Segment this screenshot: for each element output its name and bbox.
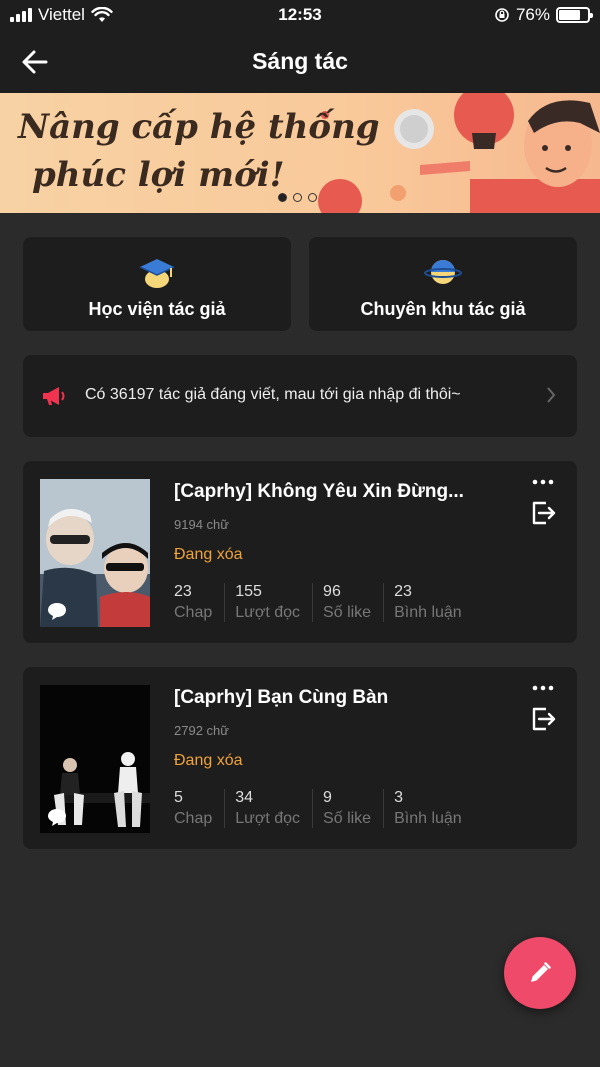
stat-reads: 155 Lượt đọc — [224, 583, 312, 622]
stat-value: 34 — [235, 789, 254, 806]
story-title: [Caprhy] Không Yêu Xin Đừng... — [174, 481, 464, 502]
megaphone-icon — [43, 387, 65, 405]
battery-icon — [556, 7, 593, 23]
more-options-icon[interactable] — [531, 681, 555, 695]
navbar: Sáng tác — [0, 32, 600, 93]
stat-value: 96 — [323, 583, 341, 600]
chevron-right-icon — [547, 387, 556, 403]
battery-level — [559, 10, 581, 20]
stat-value: 155 — [235, 583, 262, 600]
story-cover — [40, 685, 150, 833]
stat-chapters: 5 Chap — [174, 789, 224, 828]
author-zone-label: Chuyên khu tác giả — [360, 299, 526, 319]
compose-button[interactable] — [504, 937, 576, 1009]
more-options-icon[interactable] — [531, 475, 555, 489]
banner-pagination — [278, 193, 317, 202]
status-bar: Viettel 12:53 76% — [0, 0, 600, 32]
promo-banner[interactable]: Nâng cấp hệ thống phúc lợi mới! — [0, 93, 600, 213]
banner-headline: Nâng cấp hệ thống phúc lợi mới! — [18, 103, 380, 199]
story-stats: 23 Chap 155 Lượt đọc 96 Số like 23 Bình … — [174, 583, 474, 622]
stat-label: Chap — [174, 810, 213, 827]
stat-label: Số like — [323, 604, 372, 621]
battery-percent: 76% — [515, 5, 550, 24]
author-academy-label: Học viện tác giả — [88, 299, 226, 319]
stat-label: Lượt đọc — [235, 810, 301, 827]
stat-comments: 3 Bình luận — [383, 789, 474, 828]
stat-chapters: 23 Chap — [174, 583, 224, 622]
pencil-icon — [531, 962, 551, 982]
author-academy-card[interactable]: Học viện tác giả — [23, 237, 291, 331]
stat-label: Số like — [323, 810, 372, 827]
notice-text: Có 36197 tác giả đáng viết, mau tới gia … — [85, 386, 461, 403]
stat-comments: 23 Bình luận — [383, 583, 474, 622]
stat-likes: 96 Số like — [312, 583, 383, 622]
stat-label: Chap — [174, 604, 213, 621]
story-card[interactable]: [Caprhy] Bạn Cùng Bàn 2792 chữ Đang xóa … — [23, 667, 577, 849]
banner-line-1: Nâng cấp hệ thống — [18, 107, 380, 147]
stat-value: 23 — [394, 583, 412, 600]
story-word-count: 2792 chữ — [174, 723, 229, 738]
stat-likes: 9 Số like — [312, 789, 383, 828]
export-icon[interactable] — [529, 705, 557, 733]
rotation-lock-icon — [495, 8, 509, 22]
story-stats: 5 Chap 34 Lượt đọc 9 Số like 3 Bình luận — [174, 789, 474, 828]
status-right: 76% — [494, 5, 593, 25]
story-title: [Caprhy] Bạn Cùng Bàn — [174, 687, 389, 708]
export-icon[interactable] — [529, 499, 557, 527]
author-zone-card[interactable]: Chuyên khu tác giả — [309, 237, 577, 331]
banner-dot[interactable] — [278, 193, 287, 202]
chat-bubble-icon — [48, 603, 66, 620]
chat-bubble-icon — [48, 809, 66, 826]
banner-dot[interactable] — [308, 193, 317, 202]
banner-dot[interactable] — [293, 193, 302, 202]
stat-label: Bình luận — [394, 604, 462, 621]
author-notice[interactable]: Có 36197 tác giả đáng viết, mau tới gia … — [23, 355, 577, 437]
stat-label: Bình luận — [394, 810, 462, 827]
stat-value: 3 — [394, 789, 403, 806]
page-title: Sáng tác — [252, 48, 348, 74]
story-word-count: 9194 chữ — [174, 517, 229, 532]
stat-reads: 34 Lượt đọc — [224, 789, 312, 828]
story-cover — [40, 479, 150, 627]
stat-value: 9 — [323, 789, 332, 806]
story-status: Đang xóa — [174, 752, 243, 769]
stat-value: 23 — [174, 583, 192, 600]
banner-line-2: phúc lợi mới! — [32, 155, 285, 195]
story-status: Đang xóa — [174, 546, 243, 563]
graduation-cap-icon — [139, 259, 175, 288]
stat-label: Lượt đọc — [235, 604, 301, 621]
stat-value: 5 — [174, 789, 183, 806]
planet-icon — [424, 260, 462, 284]
story-card[interactable]: [Caprhy] Không Yêu Xin Đừng... 9194 chữ … — [23, 461, 577, 643]
